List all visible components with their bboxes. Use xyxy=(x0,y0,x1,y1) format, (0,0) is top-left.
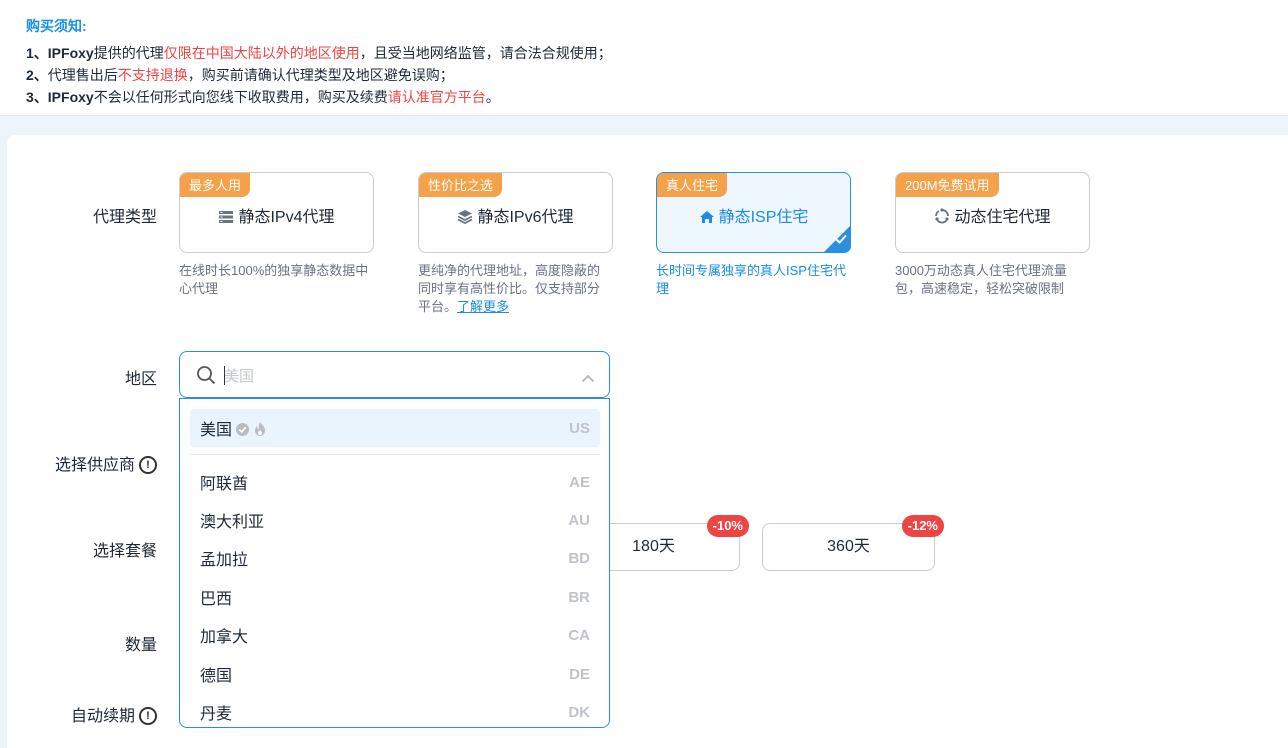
region-option-de[interactable]: 德国 DE xyxy=(190,655,600,693)
server-icon xyxy=(218,209,238,226)
learn-more-link[interactable]: 了解更多 xyxy=(457,299,509,314)
region-label: 地区 xyxy=(124,371,157,388)
divider xyxy=(190,454,600,455)
proxy-type-card-ipv6[interactable]: 性价比之选 静态IPv6代理 xyxy=(418,172,613,253)
card-description: 在线时长100%的独享静态数据中心代理 xyxy=(179,263,369,296)
card-tag: 最多人用 xyxy=(180,173,251,197)
region-option-dk[interactable]: 丹麦 DK xyxy=(190,693,600,727)
check-icon xyxy=(835,231,847,249)
card-title: 静态IPv6代理 xyxy=(477,209,574,226)
purchase-notice: 购买须知: 1、IPFoxy提供的代理仅限在中国大陆以外的地区使用，且受当地网络… xyxy=(0,0,1288,116)
verified-icon xyxy=(232,422,250,439)
quantity-label: 数量 xyxy=(124,637,157,654)
discount-badge: -12% xyxy=(901,515,944,537)
auto-renew-label: 自动续期! xyxy=(17,702,157,726)
region-option-ca[interactable]: 加拿大 CA xyxy=(190,616,600,654)
home-icon xyxy=(699,209,719,226)
card-title: 静态IPv4代理 xyxy=(238,209,335,226)
layers-icon xyxy=(457,209,477,226)
notice-title: 购买须知: xyxy=(26,18,87,34)
region-option-ae[interactable]: 阿联酋 AE xyxy=(190,463,600,501)
proxy-type-card-isp[interactable]: 真人住宅 静态ISP住宅 xyxy=(656,172,851,253)
notice-line-1: 1、IPFoxy提供的代理仅限在中国大陆以外的地区使用，且受当地网络监管，请合法… xyxy=(26,45,612,61)
region-option-br[interactable]: 巴西 BR xyxy=(190,578,600,616)
chevron-up-icon[interactable] xyxy=(581,370,595,388)
region-select[interactable] xyxy=(179,351,610,398)
proxy-type-card-ipv4[interactable]: 最多人用 静态IPv4代理 xyxy=(179,172,374,253)
provider-label: 选择供应商! xyxy=(17,451,157,475)
region-search-input[interactable] xyxy=(222,363,556,389)
order-form: 代理类型 最多人用 静态IPv4代理 在线时长100%的独享静态数据中心代理 性… xyxy=(7,135,1288,748)
notice-line-3: 3、IPFoxy不会以任何形式向您线下收取费用，购买及续费请认准官方平台。 xyxy=(26,89,500,105)
plan-option-360[interactable]: 360天 -12% xyxy=(762,515,944,571)
card-description: 长时间专属独享的真人ISP住宅代理 xyxy=(656,263,846,296)
region-dropdown[interactable]: 美国 US 阿联酋 AE 澳大利亚 AU 孟加拉 BD 巴西 BR 加拿大 CA 德国 DE… xyxy=(179,398,610,728)
plan-label: 选择套餐 xyxy=(92,543,157,560)
discount-badge: -10% xyxy=(706,515,749,537)
card-description: 3000万动态真人住宅代理流量包，高速稳定，轻松突破限制 xyxy=(895,263,1067,296)
card-description: 更纯净的代理地址，高度隐蔽的同时享有高性价比。仅支持部分平台。了解更多 xyxy=(418,263,601,314)
search-icon xyxy=(196,365,216,390)
region-option-bd[interactable]: 孟加拉 BD xyxy=(190,539,600,577)
region-option-au[interactable]: 澳大利亚 AU xyxy=(190,501,600,539)
card-tag: 200M免费试用 xyxy=(896,173,999,197)
rotate-icon xyxy=(934,208,954,226)
card-tag: 性价比之选 xyxy=(419,173,503,197)
card-title: 动态住宅代理 xyxy=(954,209,1051,226)
info-icon[interactable]: ! xyxy=(139,706,157,725)
info-icon[interactable]: ! xyxy=(139,455,157,474)
card-tag: 真人住宅 xyxy=(657,173,728,197)
proxy-type-label: 代理类型 xyxy=(92,209,157,226)
text-cursor xyxy=(224,366,225,385)
region-option-us[interactable]: 美国 US xyxy=(190,409,600,447)
proxy-type-card-dynamic[interactable]: 200M免费试用 动态住宅代理 xyxy=(895,172,1090,253)
card-title: 静态ISP住宅 xyxy=(718,209,809,226)
notice-line-2: 2、代理售出后不支持退换，购买前请确认代理类型及地区避免误购； xyxy=(26,67,454,83)
fire-icon xyxy=(250,422,267,439)
